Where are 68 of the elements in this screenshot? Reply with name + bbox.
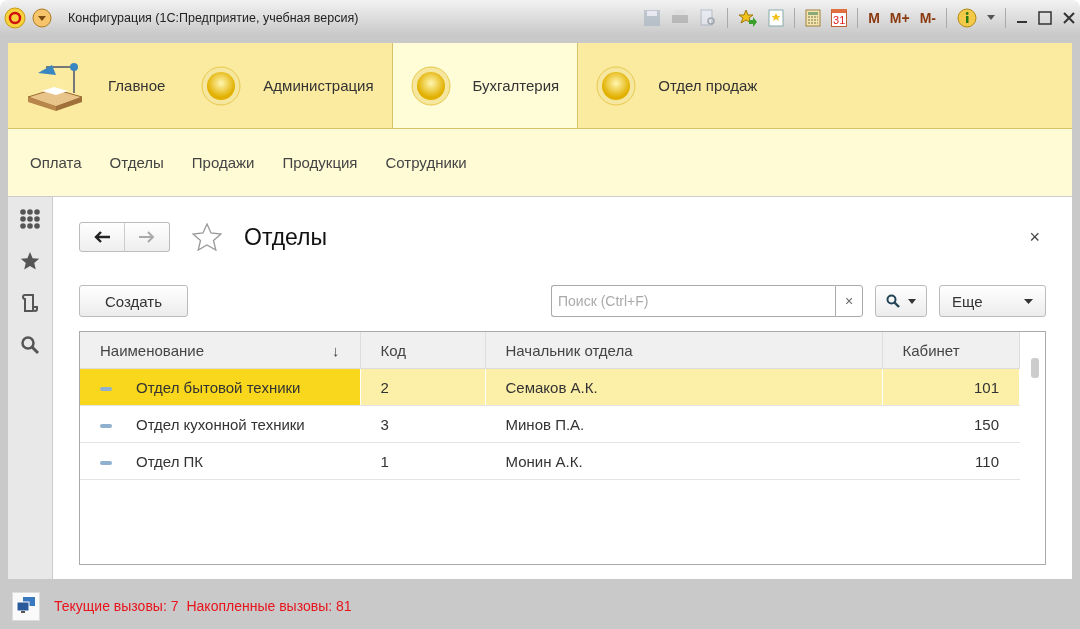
subsection-link[interactable]: Отделы <box>109 154 164 171</box>
table-cell: Семаков А.К. <box>485 368 882 406</box>
computers-icon <box>16 595 36 614</box>
caret-icon <box>908 298 916 304</box>
table-cell: 1 <box>360 442 485 480</box>
table-cell: Отдел бытовой техники <box>80 368 360 406</box>
item-icon <box>100 460 112 465</box>
section-tab[interactable]: Отдел продаж <box>578 43 776 128</box>
close-button[interactable]: × <box>1023 225 1046 249</box>
subsection-link[interactable]: Продукция <box>282 154 358 171</box>
table-cell: 150 <box>882 405 1020 443</box>
table-cell: Отдел ПК <box>80 442 360 480</box>
right-arrow-icon <box>139 231 155 243</box>
search-field[interactable]: Поиск (Ctrl+F) <box>551 285 835 317</box>
search-icon[interactable] <box>20 335 40 355</box>
table-cell: 2 <box>360 368 485 406</box>
column-header[interactable]: Начальник отдела <box>485 332 882 369</box>
clear-button[interactable]: × <box>835 285 863 317</box>
close-icon[interactable] <box>1062 10 1076 25</box>
memory-button[interactable]: M <box>868 9 880 26</box>
star-outline-icon[interactable] <box>192 223 222 251</box>
sort-arrow: ↓ <box>332 341 340 359</box>
circle-icon <box>410 65 451 106</box>
section-tab[interactable]: Бухгалтерия <box>391 43 579 128</box>
back-button[interactable] <box>79 222 125 252</box>
caret-icon[interactable] <box>987 15 995 20</box>
star-icon[interactable] <box>20 251 40 271</box>
item-icon <box>100 423 112 428</box>
form-title: Отделы <box>244 223 329 251</box>
subsection-link[interactable]: Продажи <box>191 154 255 171</box>
column-header[interactable]: Кабинет <box>882 332 1020 369</box>
table-cell: 3 <box>360 405 485 443</box>
create-button[interactable]: Создать <box>79 285 188 317</box>
scrollbar-thumb[interactable] <box>1031 358 1039 378</box>
subsection-link[interactable]: Оплата <box>30 154 82 171</box>
scroll-icon[interactable] <box>21 293 39 313</box>
calendar-icon[interactable]: 31 <box>831 8 848 27</box>
section-tab[interactable]: Администрация <box>183 43 392 128</box>
circle-icon <box>596 65 637 106</box>
app-logo-icon[interactable] <box>4 6 26 29</box>
circle-icon <box>201 65 242 106</box>
maximize-icon[interactable] <box>1038 10 1052 25</box>
star-arrow-icon[interactable] <box>738 8 759 27</box>
column-header[interactable]: Код <box>360 332 485 369</box>
table-cell: 101 <box>882 368 1020 406</box>
more-button[interactable]: Еще <box>939 285 1046 317</box>
section-tab[interactable]: Главное <box>8 43 184 128</box>
left-arrow-icon <box>94 231 110 243</box>
window-title: Конфигурация (1С:Предприятие, учебная версия) <box>68 10 360 25</box>
search-icon <box>886 294 900 308</box>
item-icon <box>100 386 112 391</box>
caret-icon <box>1024 298 1033 304</box>
column-header[interactable]: Наименование ↓ <box>80 332 360 369</box>
grid-menu-icon[interactable] <box>20 209 40 229</box>
column-label: Наименование <box>100 341 204 359</box>
table-cell: Монин А.К. <box>485 442 882 480</box>
search-options-button[interactable] <box>875 285 927 317</box>
network-monitor-button[interactable] <box>12 591 40 621</box>
table-cell: 110 <box>882 442 1020 480</box>
memory-button[interactable]: M+ <box>889 9 910 26</box>
memory-button[interactable]: M- <box>919 9 936 26</box>
status-text: Текущие вызовы: 7 <box>54 598 179 614</box>
table-cell: Отдел кухонной техники <box>80 405 360 443</box>
table-cell: Минов П.А. <box>485 405 882 443</box>
dropdown-icon[interactable] <box>32 7 52 28</box>
status-text: Накопленные вызовы: 81 <box>186 598 352 614</box>
subsection-link[interactable]: Сотрудники <box>385 154 467 171</box>
info-icon[interactable] <box>957 7 977 28</box>
